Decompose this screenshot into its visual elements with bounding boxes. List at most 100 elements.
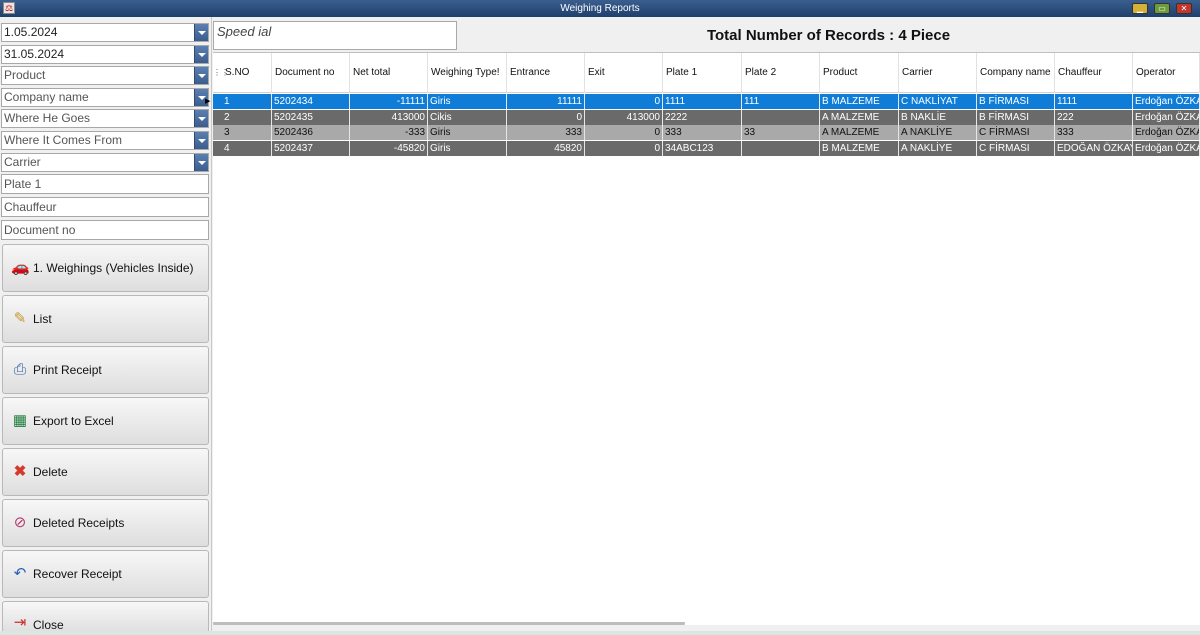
table-cell[interactable]: 333 <box>507 125 585 140</box>
table-cell[interactable]: Cikis <box>428 109 507 125</box>
table-cell[interactable]: 1 <box>222 94 272 109</box>
table-cell[interactable]: 333 <box>663 125 742 140</box>
table-cell[interactable]: 1111 <box>1055 94 1133 109</box>
minimize-button[interactable]: ▁ <box>1132 3 1148 14</box>
table-cell[interactable]: A NAKLİYE <box>899 140 977 156</box>
table-cell[interactable]: 34ABC123 <box>663 140 742 156</box>
table-cell[interactable]: 0 <box>585 140 663 156</box>
horizontal-scrollbar[interactable] <box>213 622 685 625</box>
table-cell[interactable] <box>742 140 820 156</box>
table-cell[interactable]: C NAKLİYAT <box>899 94 977 109</box>
column-header[interactable]: Net total <box>350 53 428 93</box>
table-cell[interactable]: C FİRMASI <box>977 125 1055 140</box>
plate1-input[interactable]: Plate 1 <box>1 174 209 194</box>
column-header[interactable]: Plate 1 <box>663 53 742 93</box>
start-date-picker[interactable]: 1.05.2024 <box>1 23 209 42</box>
table-cell[interactable]: Erdoğan ÖZKA <box>1133 94 1200 109</box>
table-cell[interactable]: 2222 <box>663 109 742 125</box>
recover-receipt-button[interactable]: ↶ Recover Receipt <box>2 550 209 598</box>
table-cell[interactable]: -45820 <box>350 140 428 156</box>
table-cell[interactable]: -333 <box>350 125 428 140</box>
where-it-comes-from-select[interactable]: Where It Comes From <box>1 131 209 150</box>
column-header[interactable]: Weighing Type! <box>428 53 507 93</box>
end-date-picker[interactable]: 31.05.2024 <box>1 45 209 64</box>
table-cell[interactable]: 5202437 <box>272 140 350 156</box>
table-cell[interactable]: 333 <box>1055 125 1133 140</box>
chevron-down-icon[interactable] <box>194 67 208 84</box>
chevron-down-icon[interactable] <box>194 110 208 127</box>
table-cell[interactable]: 222 <box>1055 109 1133 125</box>
table-cell[interactable]: B MALZEME <box>820 140 899 156</box>
column-header[interactable]: Chauffeur <box>1055 53 1133 93</box>
table-cell[interactable]: 5202434 <box>272 94 350 109</box>
product-select[interactable]: Product <box>1 66 209 85</box>
table-cell[interactable]: 413000 <box>585 109 663 125</box>
column-header[interactable]: Exit <box>585 53 663 93</box>
table-cell[interactable]: 4 <box>222 140 272 156</box>
table-cell[interactable]: Erdoğan ÖZKA <box>1133 140 1200 156</box>
close-button[interactable]: ⇥ Close <box>2 601 209 635</box>
column-header[interactable]: Entrance <box>507 53 585 93</box>
chevron-down-icon[interactable] <box>194 154 208 171</box>
table-cell[interactable]: B MALZEME <box>820 94 899 109</box>
table-cell[interactable] <box>742 109 820 125</box>
table-cell[interactable]: 5202436 <box>272 125 350 140</box>
table-cell[interactable]: Giris <box>428 125 507 140</box>
table-cell[interactable]: Giris <box>428 94 507 109</box>
table-cell[interactable]: C FİRMASI <box>977 140 1055 156</box>
table-cell[interactable]: -11111 <box>350 94 428 109</box>
table-cell[interactable]: Erdoğan ÖZKA <box>1133 109 1200 125</box>
table-cell[interactable]: 3 <box>222 125 272 140</box>
table-cell[interactable]: Giris <box>428 140 507 156</box>
table-cell[interactable]: 45820 <box>507 140 585 156</box>
table-cell[interactable]: 0 <box>585 125 663 140</box>
table-cell[interactable]: A MALZEME <box>820 109 899 125</box>
table-cell[interactable]: Erdoğan ÖZKA <box>1133 125 1200 140</box>
speed-dial-input[interactable]: Speed ial <box>213 21 457 50</box>
table-cell[interactable]: 1111 <box>663 94 742 109</box>
table-cell[interactable]: B NAKLİE <box>899 109 977 125</box>
column-header[interactable]: Company name <box>977 53 1055 93</box>
records-grid[interactable]: ⋮⋮ S.NO Document no Net total Weighing Type… <box>205 52 1200 625</box>
table-row[interactable]: 2 5202435 413000 Cikis 0 413000 2222 A MALZEME B… <box>213 109 1200 125</box>
delete-button[interactable]: ✖ Delete <box>2 448 209 496</box>
close-window-button[interactable]: ✕ <box>1176 3 1192 14</box>
table-cell[interactable]: 5202435 <box>272 109 350 125</box>
table-row[interactable]: 4 5202437 -45820 Giris 45820 0 34ABC123 B MALZE… <box>213 140 1200 156</box>
table-cell[interactable]: 111 <box>742 94 820 109</box>
chauffeur-input[interactable]: Chauffeur <box>1 197 209 217</box>
table-cell[interactable]: 0 <box>585 94 663 109</box>
deleted-receipts-button[interactable]: ⊘ Deleted Receipts <box>2 499 209 547</box>
table-cell[interactable]: A NAKLİYE <box>899 125 977 140</box>
table-cell[interactable]: 0 <box>507 109 585 125</box>
table-cell[interactable]: EDOĞAN ÖZKAY <box>1055 140 1133 156</box>
chevron-down-icon[interactable] <box>194 24 208 41</box>
export-excel-button[interactable]: ▦ Export to Excel <box>2 397 209 445</box>
table-row[interactable]: 3 5202436 -333 Giris 333 0 333 33 A MALZEME A NAK… <box>213 125 1200 140</box>
row-selector-icon[interactable]: ⋮⋮ <box>213 53 229 93</box>
table-cell[interactable]: B FİRMASI <box>977 109 1055 125</box>
chevron-down-icon[interactable] <box>194 46 208 63</box>
maximize-button[interactable]: ▭ <box>1154 3 1170 14</box>
document-no-input[interactable]: Document no <box>1 220 209 240</box>
column-header[interactable]: S.NO <box>222 53 272 93</box>
column-header[interactable]: Carrier <box>899 53 977 93</box>
table-cell[interactable]: 11111 <box>507 94 585 109</box>
where-he-goes-select[interactable]: Where He Goes <box>1 109 209 128</box>
column-header[interactable]: Product <box>820 53 899 93</box>
chevron-down-icon[interactable] <box>194 132 208 149</box>
table-cell[interactable]: 2 <box>222 109 272 125</box>
column-header[interactable]: Plate 2 <box>742 53 820 93</box>
carrier-select[interactable]: Carrier <box>1 153 209 172</box>
table-cell[interactable]: 413000 <box>350 109 428 125</box>
table-row[interactable]: ▶ 1 5202434 -11111 Giris 11111 0 1111 111 B MALZE… <box>205 94 1200 109</box>
print-receipt-button[interactable]: ⎙ Print Receipt <box>2 346 209 394</box>
column-header[interactable]: Operator <box>1133 53 1200 93</box>
table-cell[interactable]: 33 <box>742 125 820 140</box>
weighings-vehicles-inside-button[interactable]: 🚗 1. Weighings (Vehicles Inside) <box>2 244 209 292</box>
table-cell[interactable]: B FİRMASI <box>977 94 1055 109</box>
list-button[interactable]: ✎ List <box>2 295 209 343</box>
column-header[interactable]: Document no <box>272 53 350 93</box>
company-name-select[interactable]: Company name <box>1 88 209 107</box>
table-cell[interactable]: A MALZEME <box>820 125 899 140</box>
